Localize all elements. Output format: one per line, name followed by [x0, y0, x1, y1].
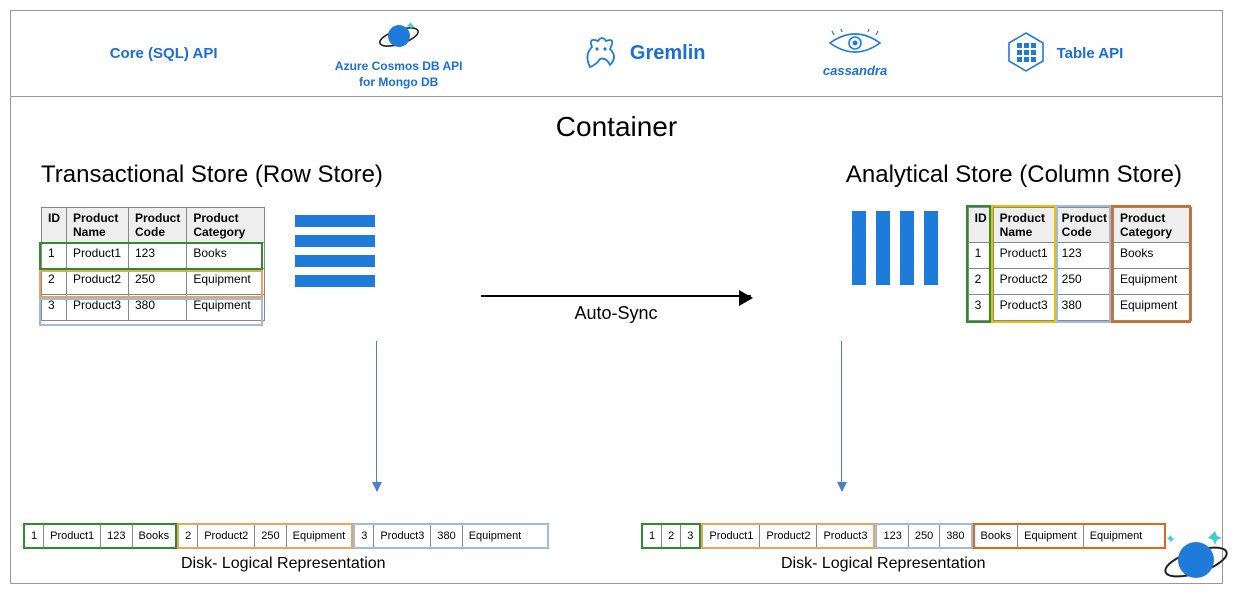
api-bar: Core (SQL) API Azure Cosmos DB API for M…	[11, 11, 1222, 97]
api-mongo-label2: for Mongo DB	[359, 75, 438, 89]
th-code: Product Code	[129, 208, 187, 243]
disk-right-codes: 123250380	[875, 523, 972, 549]
th-cat: Product Category	[187, 208, 265, 243]
disk-left-block1: 1Product1123Books	[23, 523, 177, 549]
disk-right-ids: 123	[641, 523, 701, 549]
auto-sync-arrow: Auto-Sync	[481, 295, 751, 324]
gremlin-icon	[580, 35, 620, 73]
col-table-wrap: ID Product Name Product Code Product Cat…	[968, 207, 1192, 321]
api-mongo: Azure Cosmos DB API for Mongo DB	[335, 19, 463, 89]
disk-label-left: Disk- Logical Representation	[181, 555, 386, 573]
varrow-right	[841, 341, 842, 491]
row-table-wrap: ID Product Name Product Code Product Cat…	[41, 207, 265, 321]
hex-grid-icon	[1005, 31, 1047, 77]
auto-sync-label: Auto-Sync	[481, 303, 751, 324]
api-mongo-label1: Azure Cosmos DB API	[335, 59, 463, 73]
th-id: ID	[42, 208, 67, 243]
api-gremlin: Gremlin	[580, 35, 706, 73]
disk-left: 1Product1123Books 2Product2250Equipment …	[23, 523, 549, 549]
api-cassandra-label: cassandra	[823, 63, 887, 78]
disk-right-cats: BooksEquipmentEquipment	[973, 523, 1167, 549]
container-title: Container	[11, 111, 1222, 143]
row-table: ID Product Name Product Code Product Cat…	[41, 207, 265, 321]
api-table: Table API	[1005, 31, 1124, 77]
right-title: Analytical Store (Column Store)	[632, 161, 1192, 189]
row-bars-icon	[295, 215, 375, 287]
planet-icon-corner	[1158, 528, 1228, 589]
api-table-label: Table API	[1057, 45, 1124, 62]
api-cassandra: cassandra	[823, 29, 887, 78]
diagram-frame: Core (SQL) API Azure Cosmos DB API for M…	[10, 10, 1223, 584]
col-bars-icon	[852, 211, 938, 285]
disk-left-block3: 3Product3380Equipment	[353, 523, 549, 549]
disk-right-names: Product1Product2Product3	[701, 523, 875, 549]
api-gremlin-label: Gremlin	[630, 42, 706, 65]
disk-left-block2: 2Product2250Equipment	[177, 523, 353, 549]
api-core-sql: Core (SQL) API	[110, 45, 218, 62]
api-core-label: Core (SQL) API	[110, 45, 218, 62]
varrow-left	[376, 341, 377, 491]
th-name: Product Name	[67, 208, 129, 243]
disk-right: 123 Product1Product2Product3 123250380 B…	[641, 523, 1166, 549]
planet-icon	[378, 19, 420, 57]
cassandra-eye-icon	[828, 29, 882, 61]
left-title: Transactional Store (Row Store)	[41, 161, 601, 189]
disk-label-right: Disk- Logical Representation	[781, 555, 986, 573]
col-table: ID Product Name Product Code Product Cat…	[968, 207, 1192, 321]
